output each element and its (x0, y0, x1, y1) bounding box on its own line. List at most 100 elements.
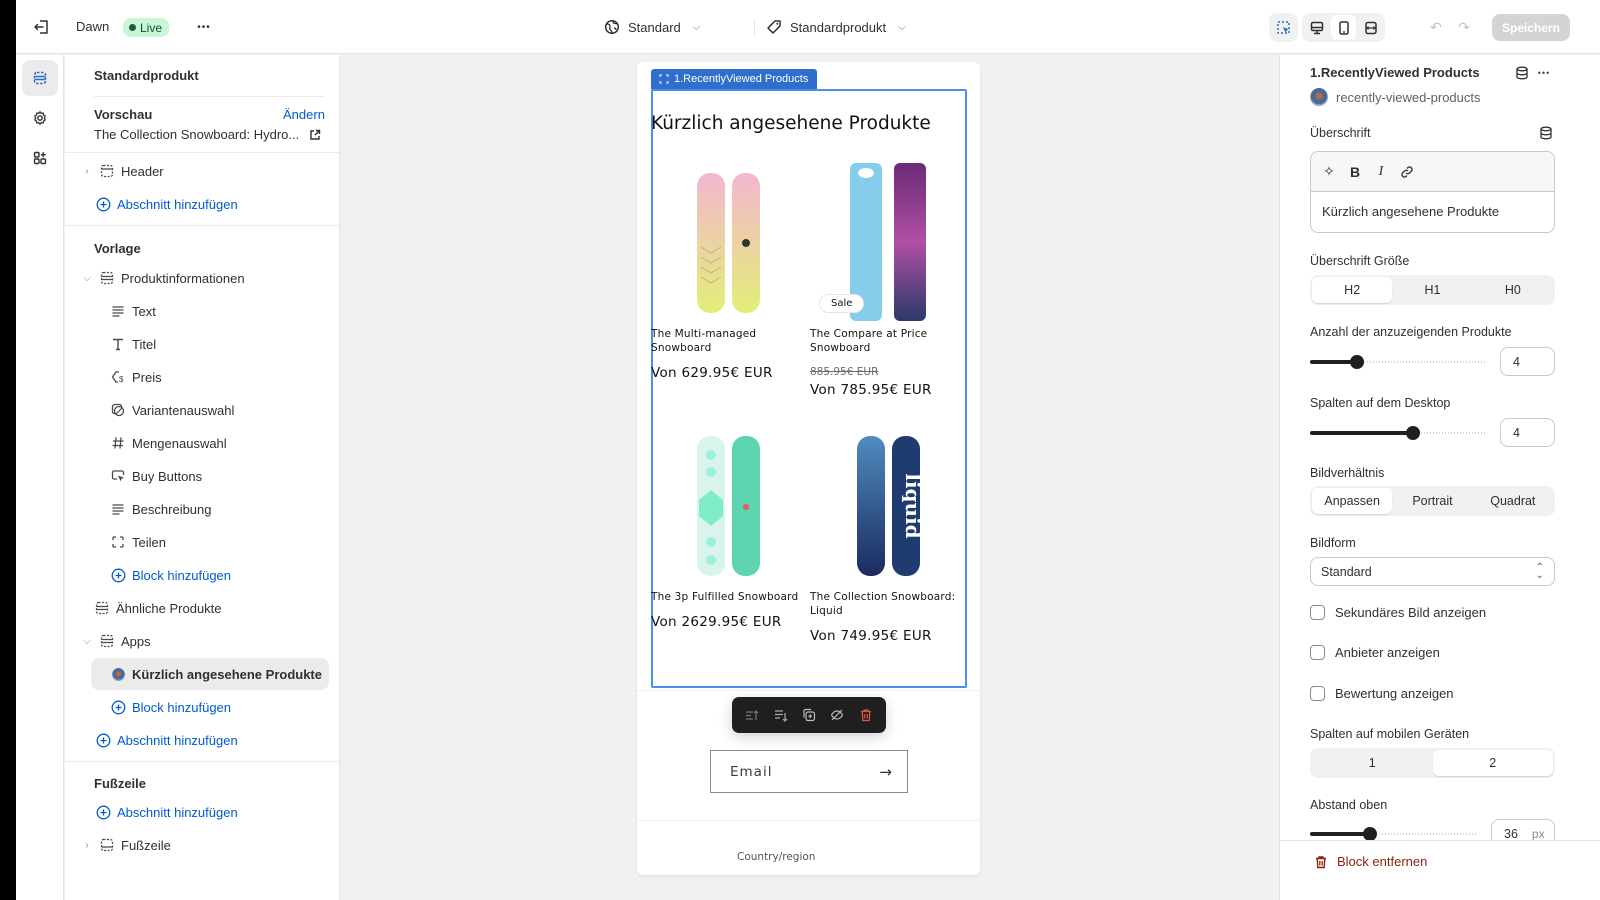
product-card[interactable]: The 3p Fulfilled Snowboard Von 2629.95€ … (651, 420, 801, 630)
more-actions-button[interactable]: ••• (192, 16, 216, 38)
duplicate-button[interactable] (798, 704, 820, 726)
section-related-label: Ähnliche Produkte (116, 600, 222, 616)
inspector-button[interactable] (1271, 15, 1296, 40)
aspect-square[interactable]: Quadrat (1473, 488, 1553, 514)
chevron-down-icon: ⌵ (898, 21, 906, 33)
mobile-columns-2[interactable]: 2 (1432, 750, 1553, 776)
block-price[interactable]: $ Preis (110, 363, 162, 391)
desktop-view-button[interactable] (1304, 15, 1329, 40)
block-description[interactable]: Beschreibung (110, 495, 212, 523)
heading-dynamic-source-button[interactable] (1536, 123, 1556, 143)
product-card[interactable]: The Multi-managed Snowboard Von 629.95€ … (651, 157, 801, 381)
undo-button[interactable]: ↶ (1426, 17, 1446, 37)
exit-button[interactable] (30, 15, 54, 39)
arrow-right-icon[interactable]: → (879, 763, 893, 781)
padding-top-slider[interactable] (1310, 827, 1478, 840)
move-up-button[interactable] (741, 704, 763, 726)
mobile-columns-1[interactable]: 1 (1312, 750, 1433, 776)
section-header[interactable]: › Header (80, 157, 163, 185)
mobile-view-button[interactable] (1331, 15, 1356, 40)
block-title[interactable]: Titel (110, 330, 156, 358)
theme-settings-nav-button[interactable] (22, 100, 58, 136)
hide-button[interactable] (826, 704, 848, 726)
aspect-portrait[interactable]: Portrait (1392, 488, 1472, 514)
heading-size-h2[interactable]: H2 (1312, 277, 1393, 303)
checkbox-show-rating[interactable]: Bewertung anzeigen (1310, 686, 1454, 701)
section-product-info[interactable]: ⌵ Produktinformationen (80, 264, 244, 292)
block-recently-viewed[interactable]: Kürzlich angesehene Produkte (91, 658, 329, 690)
checkbox[interactable] (1310, 605, 1325, 620)
italic-button[interactable]: I (1371, 162, 1391, 182)
section-related-products[interactable]: Ähnliche Produkte (94, 594, 222, 622)
sale-badge: Sale (819, 294, 865, 313)
ai-generate-button[interactable]: ✧ (1319, 162, 1339, 182)
product-title: The Compare at Price Snowboard (810, 328, 928, 354)
selected-section-tag[interactable]: 1.RecentlyViewed Products (651, 69, 818, 89)
checkbox-secondary-image[interactable]: Sekundäres Bild anzeigen (1310, 605, 1486, 620)
block-label: Teilen (132, 534, 166, 550)
block-variant-picker[interactable]: Variantenauswahl (110, 396, 234, 424)
slider-thumb[interactable] (1406, 426, 1421, 440)
newsletter-email-input[interactable]: Email → (710, 750, 908, 793)
heading-size-h0[interactable]: H0 (1473, 277, 1553, 303)
divider (65, 225, 339, 226)
more-options-button[interactable]: ••• (1534, 63, 1554, 83)
add-section-footer-group[interactable]: Abschnitt hinzufügen (95, 798, 238, 826)
save-button[interactable]: Speichern (1492, 14, 1570, 41)
price-tag-icon: $ (110, 369, 126, 385)
add-section-template[interactable]: Abschnitt hinzufügen (95, 726, 238, 754)
image-shape-select[interactable]: Standard ⌃ ⌄ (1310, 557, 1555, 586)
desktop-columns-slider[interactable] (1310, 426, 1485, 440)
add-section-label: Abschnitt hinzufügen (117, 196, 238, 212)
product-price: Von 629.95€ EUR (651, 365, 773, 381)
product-image (651, 420, 801, 590)
fullwidth-view-button[interactable] (1358, 15, 1383, 40)
block-text[interactable]: Text (110, 297, 156, 325)
apps-nav-button[interactable] (22, 140, 58, 176)
heading-size-h1[interactable]: H1 (1392, 277, 1472, 303)
add-block-apps[interactable]: Block hinzufügen (110, 693, 231, 721)
add-section-header-group[interactable]: Abschnitt hinzufügen (95, 190, 238, 218)
checkbox-show-vendor[interactable]: Anbieter anzeigen (1310, 645, 1440, 660)
dynamic-source-button[interactable] (1512, 63, 1532, 83)
add-block-label: Block hinzufügen (132, 699, 232, 715)
products-count-input[interactable]: 4 (1500, 347, 1555, 376)
checkbox[interactable] (1310, 645, 1325, 660)
product-card[interactable]: liquid The Collection Snowboard: Liquid … (810, 420, 960, 644)
move-down-button[interactable] (770, 704, 792, 726)
block-quantity-selector[interactable]: Mengenauswahl (110, 429, 227, 457)
section-apps[interactable]: ⌵ Apps (80, 627, 150, 655)
template-select[interactable]: Standardprodukt ⌵ (766, 15, 906, 39)
bold-button[interactable]: B (1345, 162, 1365, 182)
padding-top-input[interactable]: 36 px (1491, 819, 1555, 840)
link-button[interactable] (1397, 162, 1417, 182)
add-block-product-info[interactable]: Block hinzufügen (110, 561, 231, 589)
products-count-slider[interactable] (1310, 355, 1485, 369)
checkbox[interactable] (1310, 686, 1325, 701)
plus-circle-icon (95, 196, 111, 212)
expand-width-icon (1364, 21, 1377, 34)
slider-thumb[interactable] (1363, 827, 1378, 840)
slider-thumb[interactable] (1350, 355, 1365, 369)
block-share[interactable]: Teilen (110, 528, 166, 556)
external-link-icon[interactable] (309, 129, 321, 141)
padding-top-label: Abstand oben (1310, 798, 1388, 812)
aspect-adapt[interactable]: Anpassen (1312, 488, 1393, 514)
sections-nav-button[interactable] (22, 60, 58, 96)
market-select[interactable]: Standard ⌵ (604, 15, 700, 39)
change-preview-link[interactable]: Ändern (283, 107, 325, 122)
move-up-icon (746, 710, 759, 720)
italic-icon: I (1378, 163, 1384, 179)
section-floating-toolbar (732, 697, 886, 733)
product-card[interactable]: Sale The Compare at Price Snowboard 885.… (810, 157, 960, 398)
block-buy-buttons[interactable]: Buy Buttons (110, 462, 202, 490)
hashtag-icon (110, 435, 126, 451)
slider-fill (1310, 832, 1371, 836)
delete-button[interactable] (855, 704, 877, 726)
heading-text-input[interactable]: Kürzlich angesehene Produkte (1311, 192, 1554, 231)
settings-footer: Block entfernen (1280, 840, 1600, 900)
desktop-columns-input[interactable]: 4 (1500, 418, 1555, 447)
section-footer[interactable]: › Fußzeile (80, 831, 171, 859)
remove-block-button[interactable]: Block entfernen (1314, 854, 1427, 869)
redo-button[interactable]: ↷ (1454, 17, 1474, 37)
